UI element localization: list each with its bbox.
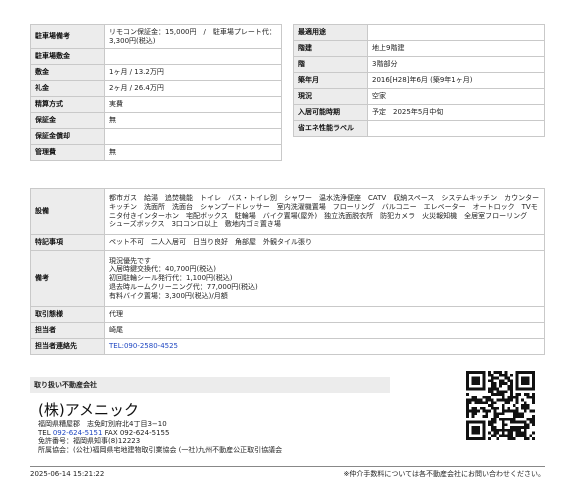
label-equipment: 設備 bbox=[30, 188, 105, 235]
label-energy-label: 省エネ性能ラベル bbox=[293, 120, 368, 137]
remarks-line: 初回駐輪シール発行代：1,100円(税込) bbox=[109, 274, 233, 283]
value-remarks: 現況優先です 入居時鍵交換代：40,700円(税込) 初回駐輪シール発行代：1,… bbox=[104, 250, 545, 307]
label-parking-notes: 駐車場備考 bbox=[30, 24, 105, 49]
label-current-status: 現況 bbox=[293, 88, 368, 105]
remarks-line: 入居時鍵交換代：40,700円(税込) bbox=[109, 265, 216, 274]
label-guarantee-amortization: 保証金償却 bbox=[30, 128, 105, 145]
company-section-header: 取り扱い不動産会社 bbox=[30, 377, 390, 393]
company-name: (株)アメニック bbox=[38, 401, 139, 419]
label-settlement-method: 精算方式 bbox=[30, 96, 105, 113]
value-current-status: 空家 bbox=[367, 88, 545, 105]
label-built-date: 築年月 bbox=[293, 72, 368, 89]
label-staff-contact: 担当者連絡先 bbox=[30, 338, 105, 355]
value-floor: 3階部分 bbox=[367, 56, 545, 73]
value-guarantee-amortization bbox=[104, 128, 282, 145]
label-floor: 階 bbox=[293, 56, 368, 73]
staff-phone-link[interactable]: 090-2580-4525 bbox=[124, 342, 178, 350]
contact-tel-prefix: TEL: bbox=[109, 342, 124, 351]
company-license: 免許番号：福岡県知事(8)12223 bbox=[38, 437, 141, 446]
company-phone-link[interactable]: 092-624-5151 bbox=[53, 429, 103, 437]
value-features: ペット不可 二人入居可 日当り良好 角部屋 外観タイル張り bbox=[104, 234, 545, 251]
value-staff: 崎尾 bbox=[104, 322, 545, 339]
label-management-fee: 管理費 bbox=[30, 144, 105, 161]
company-address: 福岡県糟屋郡 志免町別府北4丁目3−10 bbox=[38, 420, 167, 428]
value-parking-notes: リモコン保証金：15,000円 / 駐車場プレート代：3,300円(税込) bbox=[104, 24, 282, 49]
label-optimal-use: 最適用途 bbox=[293, 24, 368, 41]
label-parking-deposit: 駐車場敷金 bbox=[30, 48, 105, 65]
footer-note: ※仲介手数料については各不動産会社にお問い合わせください。 bbox=[343, 470, 545, 478]
value-built-date: 2016[H28]年6月 (築9年1ヶ月) bbox=[367, 72, 545, 89]
value-energy-label bbox=[367, 120, 545, 137]
label-features: 特記事項 bbox=[30, 234, 105, 251]
value-guarantee: 無 bbox=[104, 112, 282, 129]
value-move-in-date: 予定 2025年5月中旬 bbox=[367, 104, 545, 121]
footer-divider bbox=[30, 466, 545, 467]
value-parking-deposit bbox=[104, 48, 282, 65]
value-floors: 地上9階建 bbox=[367, 40, 545, 57]
label-floors: 階建 bbox=[293, 40, 368, 57]
remarks-line: 退去時ルームクリーニング代：77,000円(税込) bbox=[109, 282, 258, 291]
value-management-fee: 無 bbox=[104, 144, 282, 161]
label-key-money: 礼金 bbox=[30, 80, 105, 97]
company-info: 福岡県糟屋郡 志免町別府北4丁目3−10 TEL 092-624-5151 FA… bbox=[38, 420, 282, 455]
value-settlement-method: 実費 bbox=[104, 96, 282, 113]
company-association: 所属協会：(公社)福岡県宅地建物取引業協会 (一社)九州不動産公正取引協議会 bbox=[38, 446, 283, 455]
company-tel-prefix: TEL bbox=[38, 428, 53, 437]
value-equipment: 都市ガス 給湯 追焚機能 トイレ バス・トイレ別 シャワー 温水洗浄便座 CAT… bbox=[104, 188, 545, 235]
label-transaction-type: 取引態様 bbox=[30, 306, 105, 323]
value-staff-contact: TEL:090-2580-4525 bbox=[104, 338, 545, 355]
label-remarks: 備考 bbox=[30, 250, 105, 307]
qr-code-icon bbox=[466, 371, 535, 440]
remarks-line: 有料バイク置場：3,300円(税込)/月額 bbox=[109, 291, 228, 300]
value-transaction-type: 代理 bbox=[104, 306, 545, 323]
print-datetime: 2025-06-14 15:21:22 bbox=[30, 470, 105, 478]
value-deposit: 1ヶ月 / 13.2万円 bbox=[104, 64, 282, 81]
value-key-money: 2ヶ月 / 26.4万円 bbox=[104, 80, 282, 97]
label-staff: 担当者 bbox=[30, 322, 105, 339]
property-detail-table-right: 最適用途 階建 地上9階建 階 3階部分 築年月 2016[H28]年6月 (築9年1… bbox=[293, 24, 545, 137]
property-detail-table-bottom: 設備 都市ガス 給湯 追焚機能 トイレ バス・トイレ別 シャワー 温水洗浄便座 C… bbox=[30, 188, 545, 355]
label-deposit: 敷金 bbox=[30, 64, 105, 81]
property-detail-table-left: 駐車場備考 リモコン保証金：15,000円 / 駐車場プレート代：3,300円(税… bbox=[30, 24, 282, 161]
value-optimal-use bbox=[367, 24, 545, 41]
label-move-in-date: 入居可能時期 bbox=[293, 104, 368, 121]
company-fax: FAX 092-624-5155 bbox=[102, 428, 170, 437]
label-guarantee: 保証金 bbox=[30, 112, 105, 129]
